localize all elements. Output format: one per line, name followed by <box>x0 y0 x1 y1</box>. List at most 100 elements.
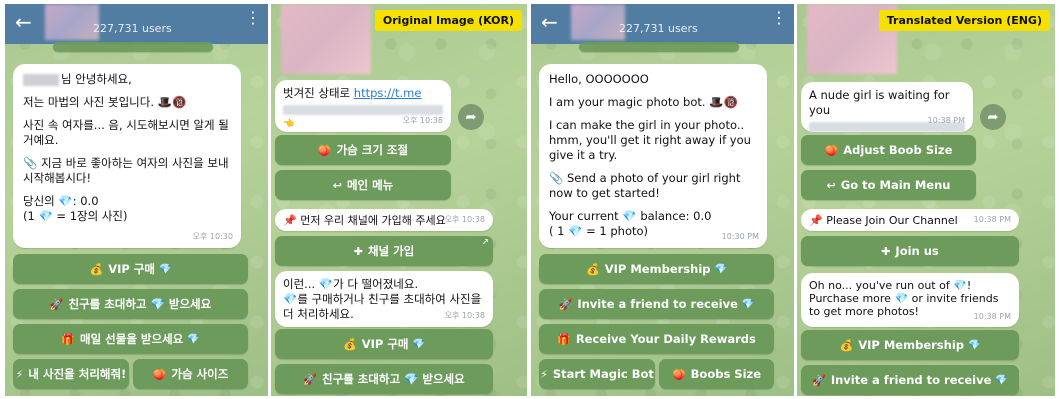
description-text: 사진 속 여자를... 음, 시도해보시면 알게 될 거예요. <box>23 118 229 147</box>
diamond-icon: 💎 <box>741 298 755 310</box>
message-time: 10:38 PM <box>927 116 965 125</box>
rocket-icon: 🚀 <box>812 373 826 387</box>
message-time: 10:30 PM <box>721 232 759 241</box>
vip-purchase-button[interactable]: 💰 VIP 구매 💎 <box>275 329 493 359</box>
rate-text: (1 💎 = 1장의 사진) <box>23 209 128 223</box>
gift-icon: 🎁 <box>61 332 75 346</box>
rocket-icon: 🚀 <box>558 297 573 311</box>
intro-text: 저는 마법의 사진 봇입니다. 🎩🔞 <box>23 95 187 109</box>
share-icon[interactable]: ➦ <box>458 104 484 130</box>
adjust-size-button[interactable]: 🍑 가슴 크기 조절 <box>275 135 451 165</box>
welcome-message: Hello, OOOOOOO I am your magic photo bot… <box>539 64 767 248</box>
cutoff-button[interactable] <box>579 42 739 52</box>
message-time: 오후 10:38 <box>444 311 485 320</box>
chat-header: ← 227,731 users ⋮ <box>5 4 268 44</box>
emoji-icon: 🍑 <box>824 143 839 157</box>
diamond-icon: 💎 <box>159 263 172 275</box>
vip-membership-button[interactable]: 💰 VIP Membership 💎 <box>539 254 774 284</box>
emoji-icon: 🍑 <box>671 367 686 381</box>
lightning-icon: ⚡ <box>540 367 548 381</box>
return-icon: ↩ <box>826 178 836 192</box>
translated-label: Translated Version (ENG) <box>878 10 1050 31</box>
out-of-credits-message: Oh no... you've run out of 💎! Purchase m… <box>801 273 1019 327</box>
invite-friend-button[interactable]: 🚀 친구를 초대하고 💎 받으세요 <box>13 289 248 319</box>
money-bag-icon: 💰 <box>839 338 854 352</box>
vip-purchase-button[interactable]: 💰 VIP 구매 💎 <box>13 254 248 284</box>
size-button[interactable]: 🍑 가슴 사이즈 <box>133 359 248 389</box>
main-menu-button[interactable]: ↩ 메인 메뉴 <box>275 170 451 200</box>
description-text: I can make the girl in your photo.. hmm,… <box>549 118 751 162</box>
result-link[interactable]: https://t.me <box>354 86 422 100</box>
avatar <box>45 4 99 40</box>
return-icon: ↩ <box>332 178 342 192</box>
panel-english-result: Translated Version (ENG) A nude girl is … <box>797 4 1055 396</box>
message-time: 오후 10:38 <box>444 215 485 224</box>
diamond-icon: 💎 <box>714 263 727 275</box>
diamond-icon: 💎 <box>968 339 981 351</box>
comparison-figure: ← 227,731 users ⋮ 님 안녕하세요, 저는 마법의 사진 봇입니… <box>0 0 1059 399</box>
process-photo-button[interactable]: ⚡ 내 사진을 처리해줘! <box>13 359 129 389</box>
instruction-text: 📎 Send a photo of your girl right now to… <box>549 171 741 200</box>
panel-korean-result: Original Image (KOR) 벗겨진 상태로 https://t.m… <box>271 4 527 396</box>
share-icon[interactable]: ➦ <box>980 104 1006 130</box>
panel-english-start: ← 227,731 users ⋮ Hello, OOOOOOO I am yo… <box>531 4 794 396</box>
menu-kebab-icon[interactable]: ⋮ <box>771 10 787 26</box>
join-us-button[interactable]: ✚ Join us <box>801 236 1019 266</box>
result-message: 벗겨진 상태로 https://t.me 👈 오후 10:38 <box>275 80 451 132</box>
pointing-hand-icon: 👈 <box>283 119 295 129</box>
join-channel-button[interactable]: ✚ 채널 가입 ↗ <box>275 236 493 266</box>
balance-text: 당신의 💎: 0.0 <box>23 194 99 208</box>
intro-text: I am your magic photo bot. 🎩🔞 <box>549 95 738 109</box>
back-arrow-icon[interactable]: ← <box>15 10 32 34</box>
money-bag-icon: 💰 <box>586 262 600 276</box>
chat-header: ← 227,731 users ⋮ <box>531 4 794 44</box>
welcome-message: 님 안녕하세요, 저는 마법의 사진 봇입니다. 🎩🔞 사진 속 여자를... … <box>13 64 241 248</box>
emoji-icon: 🍑 <box>317 143 332 157</box>
instruction-text: 📎 지금 바로 좋아하는 여자의 사진을 보내 시작해봅시다! <box>23 156 229 185</box>
diamond-icon: 💎 <box>995 374 1008 386</box>
external-link-icon: ↗ <box>481 238 489 248</box>
message-time: 오후 10:38 <box>402 116 443 125</box>
emoji-icon: 🍑 <box>152 367 167 381</box>
diamond-icon: 💎 <box>187 333 200 345</box>
user-count: 227,731 users <box>93 22 172 35</box>
invite-friend-button[interactable]: 🚀 Invite a friend to receive 💎 <box>801 365 1019 395</box>
blurred-username <box>23 73 59 86</box>
back-arrow-icon[interactable]: ← <box>541 10 558 34</box>
message-time: 10:38 PM <box>973 312 1011 321</box>
main-menu-button[interactable]: ↩ Go to Main Menu <box>801 170 976 200</box>
rocket-icon: 🚀 <box>49 297 64 311</box>
adjust-size-button[interactable]: 🍑 Adjust Boob Size <box>801 135 976 165</box>
original-label: Original Image (KOR) <box>374 10 522 31</box>
panel-korean-start: ← 227,731 users ⋮ 님 안녕하세요, 저는 마법의 사진 봇입니… <box>5 4 268 396</box>
join-channel-message: 📌 Please Join Our Channel 10:38 PM <box>801 209 1019 231</box>
balance-text: Your current 💎 balance: 0.0 <box>549 209 712 223</box>
lightning-icon: ⚡ <box>15 367 24 381</box>
result-message: A nude girl is waiting for you 👈 10:38 P… <box>801 82 973 146</box>
diamond-icon: 💎 <box>412 338 425 350</box>
greeting-text: 님 안녕하세요, <box>61 72 132 86</box>
avatar <box>571 4 625 40</box>
greeting-text: Hello, OOOOOOO <box>549 72 649 86</box>
boobs-size-button[interactable]: 🍑 Boobs Size <box>659 359 774 389</box>
gift-icon: 🎁 <box>557 332 571 346</box>
start-magic-bot-button[interactable]: ⚡ Start Magic Bot <box>539 359 655 389</box>
vip-membership-button[interactable]: 💰 VIP Membership 💎 <box>801 330 1019 360</box>
daily-rewards-button[interactable]: 🎁 Receive Your Daily Rewards <box>539 324 774 354</box>
message-time: 오후 10:30 <box>192 232 233 241</box>
menu-kebab-icon[interactable]: ⋮ <box>245 10 261 26</box>
invite-friend-button[interactable]: 🚀 친구를 초대하고 💎 받으세요 <box>275 364 493 394</box>
plus-icon: ✚ <box>881 244 891 258</box>
invite-friend-button[interactable]: 🚀 Invite a friend to receive 💎 <box>539 289 774 319</box>
money-bag-icon: 💰 <box>89 262 104 276</box>
join-channel-message: 📌 먼저 우리 채널에 가입해 주세요 오후 10:38 <box>275 209 493 231</box>
daily-gift-button[interactable]: 🎁 매일 선물을 받으세요 💎 <box>13 324 248 354</box>
cutoff-button[interactable] <box>53 42 213 52</box>
rocket-icon: 🚀 <box>303 372 317 386</box>
user-count: 227,731 users <box>619 22 698 35</box>
blurred-image <box>281 4 371 74</box>
out-of-credits-message: 이런... 💎가 다 떨어졌네요. 💎를 구매하거나 친구를 초대하여 사진을 … <box>275 271 493 327</box>
message-time: 10:38 PM <box>973 215 1011 224</box>
money-bag-icon: 💰 <box>343 337 357 351</box>
plus-icon: ✚ <box>353 244 363 258</box>
